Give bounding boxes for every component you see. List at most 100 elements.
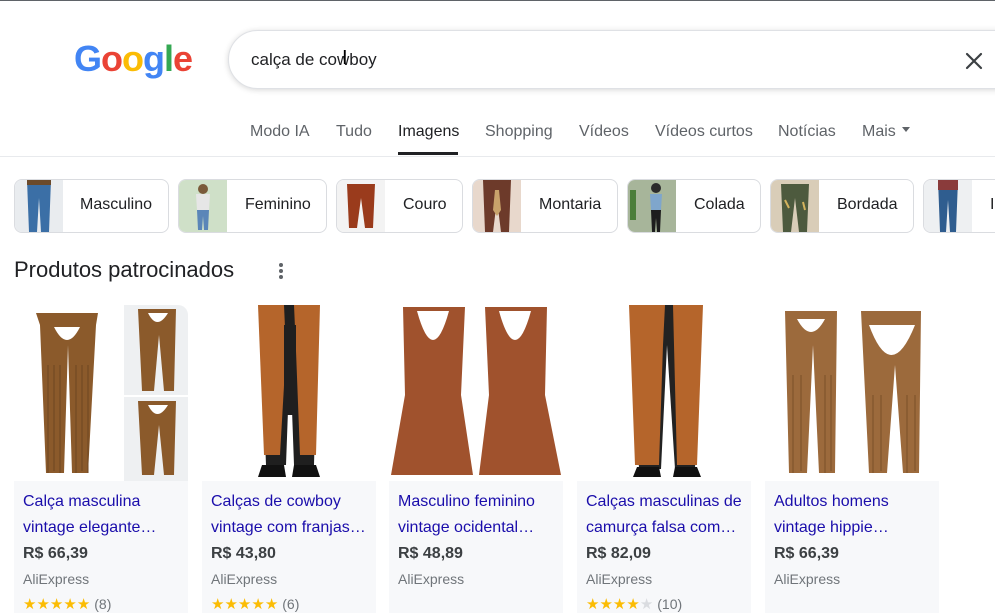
chip-montaria[interactable]: Montaria xyxy=(472,179,618,233)
review-count: (8) xyxy=(94,596,112,612)
chip-masculino[interactable]: Masculino xyxy=(14,179,169,233)
product-store: AliExpress xyxy=(586,571,653,587)
star-icon: ★ xyxy=(237,596,252,613)
search-input[interactable]: calça de cowboy xyxy=(251,50,377,70)
leather-thumbnail xyxy=(337,180,385,232)
review-count: (6) xyxy=(282,596,300,612)
chip-colada[interactable]: Colada xyxy=(627,179,761,233)
product-card[interactable]: Calça masculina vintage elegante… R$ 66,… xyxy=(14,305,188,613)
product-title-line: vintage hippie… xyxy=(774,519,889,536)
feminine-thumbnail xyxy=(179,180,227,232)
chip-couro[interactable]: Couro xyxy=(336,179,463,233)
more-vert-icon[interactable] xyxy=(276,262,286,280)
product-price: R$ 66,39 xyxy=(23,545,88,562)
google-logo[interactable]: Google xyxy=(74,38,193,80)
product-price: R$ 43,80 xyxy=(211,545,276,562)
star-icon: ★ xyxy=(63,596,77,613)
caret-down-icon xyxy=(901,127,910,133)
tab-noticias[interactable]: Notícias xyxy=(778,123,836,141)
product-image xyxy=(577,305,751,481)
product-title[interactable]: Calças de cowboy vintage com franjas… xyxy=(211,489,369,541)
chip-bordada[interactable]: Bordada xyxy=(770,179,914,233)
star-icon: ★ xyxy=(23,596,37,613)
product-image xyxy=(765,305,939,481)
product-title-line: vintage elegante… xyxy=(23,519,157,536)
tab-mais[interactable]: Mais xyxy=(862,123,910,141)
logo-letter: g xyxy=(143,38,165,79)
logo-letter: l xyxy=(164,38,174,79)
sponsored-products-title: Produtos patrocinados xyxy=(14,257,235,282)
star-icon: ★ xyxy=(211,596,225,613)
chip-label: Couro xyxy=(403,196,447,213)
product-rating: ★★★★★ (6) xyxy=(211,595,299,613)
product-title-line: Calça masculina xyxy=(23,493,141,510)
top-border xyxy=(0,0,995,1)
tab-mais-label: Mais xyxy=(862,123,896,140)
product-title-line: Masculino feminino xyxy=(398,493,535,510)
product-title-line: vintage ocidental… xyxy=(398,519,535,536)
chip-label: Bordada xyxy=(837,196,898,213)
product-title[interactable]: Calças masculinas de camurça falsa com… xyxy=(586,489,744,541)
product-store: AliExpress xyxy=(774,571,841,587)
chip-label: Colada xyxy=(694,196,745,213)
review-count: (10) xyxy=(657,596,683,612)
product-image xyxy=(389,305,563,481)
star-half-icon: ★ xyxy=(264,596,279,613)
product-title[interactable]: Calça masculina vintage elegante… xyxy=(23,489,181,541)
chip-partial[interactable]: I xyxy=(923,179,995,233)
tab-shopping[interactable]: Shopping xyxy=(485,123,553,141)
product-image xyxy=(14,305,188,481)
star-icon: ★ xyxy=(251,596,265,613)
star-icon: ★ xyxy=(599,596,613,613)
logo-letter: e xyxy=(173,38,193,79)
tab-modo-ia[interactable]: Modo IA xyxy=(250,123,310,141)
product-price: R$ 66,39 xyxy=(774,545,839,562)
product-rating: ★★★★★ (10) xyxy=(586,595,682,613)
product-title[interactable]: Masculino feminino vintage ocidental… xyxy=(398,489,556,541)
chip-feminino[interactable]: Feminino xyxy=(178,179,327,233)
product-image xyxy=(202,305,376,481)
star-icon: ★ xyxy=(586,596,600,613)
tab-videos[interactable]: Vídeos xyxy=(579,123,629,141)
tab-imagens[interactable]: Imagens xyxy=(398,123,459,141)
text-cursor-icon: I xyxy=(342,47,348,69)
product-title-line: Calças masculinas de xyxy=(586,493,742,510)
chip-label: Masculino xyxy=(80,196,153,213)
product-title-line: vintage com franjas… xyxy=(211,519,366,536)
product-rating: ★★★★★ (8) xyxy=(23,595,111,613)
chip-label: Montaria xyxy=(539,196,602,213)
star-icon: ★ xyxy=(76,596,91,613)
product-price: R$ 48,89 xyxy=(398,545,463,562)
product-card[interactable]: Masculino feminino vintage ocidental… R$… xyxy=(389,305,563,613)
product-title-line: Adultos homens xyxy=(774,493,889,510)
logo-letter: o xyxy=(101,38,123,79)
close-icon[interactable] xyxy=(962,49,986,73)
search-tabs: Modo IA Tudo Imagens Shopping Vídeos Víd… xyxy=(0,112,995,157)
star-icon: ★ xyxy=(36,596,50,613)
product-price: R$ 82,09 xyxy=(586,545,651,562)
active-tab-indicator xyxy=(398,152,458,155)
chip-label: I xyxy=(990,196,995,213)
product-title-line: camurça falsa com… xyxy=(586,519,737,536)
product-card[interactable]: Adultos homens vintage hippie… R$ 66,39 … xyxy=(765,305,939,613)
jeans-thumbnail xyxy=(15,180,63,232)
star-half-icon: ★ xyxy=(626,596,640,613)
star-icon: ★ xyxy=(612,596,627,613)
product-store: AliExpress xyxy=(211,571,278,587)
riding-thumbnail xyxy=(473,180,521,232)
star-empty-icon: ★ xyxy=(639,596,654,613)
logo-letter: G xyxy=(74,38,102,79)
fitted-thumbnail xyxy=(628,180,676,232)
product-store: AliExpress xyxy=(23,571,90,587)
star-icon: ★ xyxy=(224,596,238,613)
product-title[interactable]: Adultos homens vintage hippie… xyxy=(774,489,932,541)
tab-videos-curtos[interactable]: Vídeos curtos xyxy=(655,123,753,141)
product-store: AliExpress xyxy=(398,571,465,587)
product-card[interactable]: Calças de cowboy vintage com franjas… R$… xyxy=(202,305,376,613)
chip-label: Feminino xyxy=(245,196,311,213)
tab-tudo[interactable]: Tudo xyxy=(336,123,372,141)
search-box[interactable]: calça de cowboy I xyxy=(228,30,995,89)
product-card[interactable]: Calças masculinas de camurça falsa com… … xyxy=(577,305,751,613)
logo-letter: o xyxy=(122,38,144,79)
star-icon: ★ xyxy=(49,596,64,613)
